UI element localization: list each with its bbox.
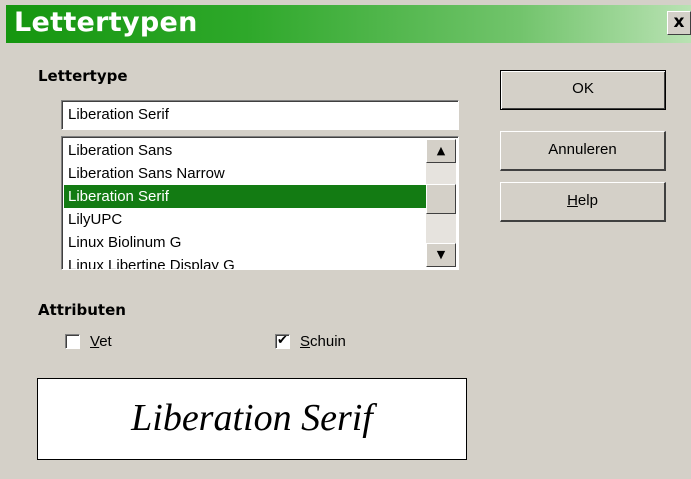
italic-checkbox[interactable]: ✔ — [275, 334, 290, 349]
font-list-item-linux-biolinum-g[interactable]: Linux Biolinum G — [64, 231, 427, 254]
font-preview: Liberation Serif — [37, 378, 467, 460]
close-button[interactable]: x — [667, 11, 691, 35]
bold-mnemonic: V — [90, 333, 100, 350]
font-list-item-liberation-sans[interactable]: Liberation Sans — [64, 139, 427, 162]
font-section-label: Lettertype — [38, 67, 128, 85]
bold-label-rest: et — [99, 333, 112, 350]
close-icon: x — [673, 12, 685, 32]
bold-checkbox-label[interactable]: Vet — [90, 333, 112, 350]
font-preview-text: Liberation Serif — [131, 397, 373, 439]
ok-button[interactable]: OK — [500, 70, 666, 110]
help-button-label: elp — [577, 192, 598, 209]
cancel-button[interactable]: Annuleren — [500, 131, 666, 171]
scroll-up-button[interactable]: ▲ — [426, 139, 456, 163]
scroll-thumb[interactable] — [426, 184, 456, 214]
checkmark-icon: ✔ — [277, 333, 288, 348]
italic-label-rest: chuin — [310, 333, 346, 350]
font-list-item-liberation-sans-narrow[interactable]: Liberation Sans Narrow — [64, 162, 427, 185]
arrow-up-icon: ▲ — [436, 144, 446, 157]
scroll-down-button[interactable]: ▼ — [426, 243, 456, 267]
font-name-input[interactable]: Liberation Serif — [61, 100, 459, 130]
font-list-items: Liberation Sans Liberation Sans Narrow L… — [64, 139, 427, 269]
title-bar[interactable]: Lettertypen x — [6, 5, 691, 43]
font-dialog: Lettertypen x Lettertype Liberation Seri… — [0, 0, 691, 479]
help-button-mnemonic: H — [567, 192, 578, 209]
italic-mnemonic: S — [300, 333, 311, 350]
attributes-label: Attributen — [38, 301, 126, 319]
font-list[interactable]: Liberation Sans Liberation Sans Narrow L… — [61, 136, 459, 270]
help-button[interactable]: Help — [500, 182, 666, 222]
bold-checkbox[interactable] — [65, 334, 80, 349]
font-list-item-lilyupc[interactable]: LilyUPC — [64, 208, 427, 231]
dialog-title: Lettertypen — [14, 7, 198, 38]
arrow-down-icon: ▼ — [436, 248, 446, 261]
font-list-item-liberation-serif[interactable]: Liberation Serif — [64, 185, 427, 208]
italic-checkbox-label[interactable]: Schuin — [300, 333, 346, 350]
font-list-item-linux-libertine-display-g[interactable]: Linux Libertine Display G — [64, 254, 427, 269]
font-list-scrollbar[interactable]: ▲ ▼ — [426, 139, 456, 267]
